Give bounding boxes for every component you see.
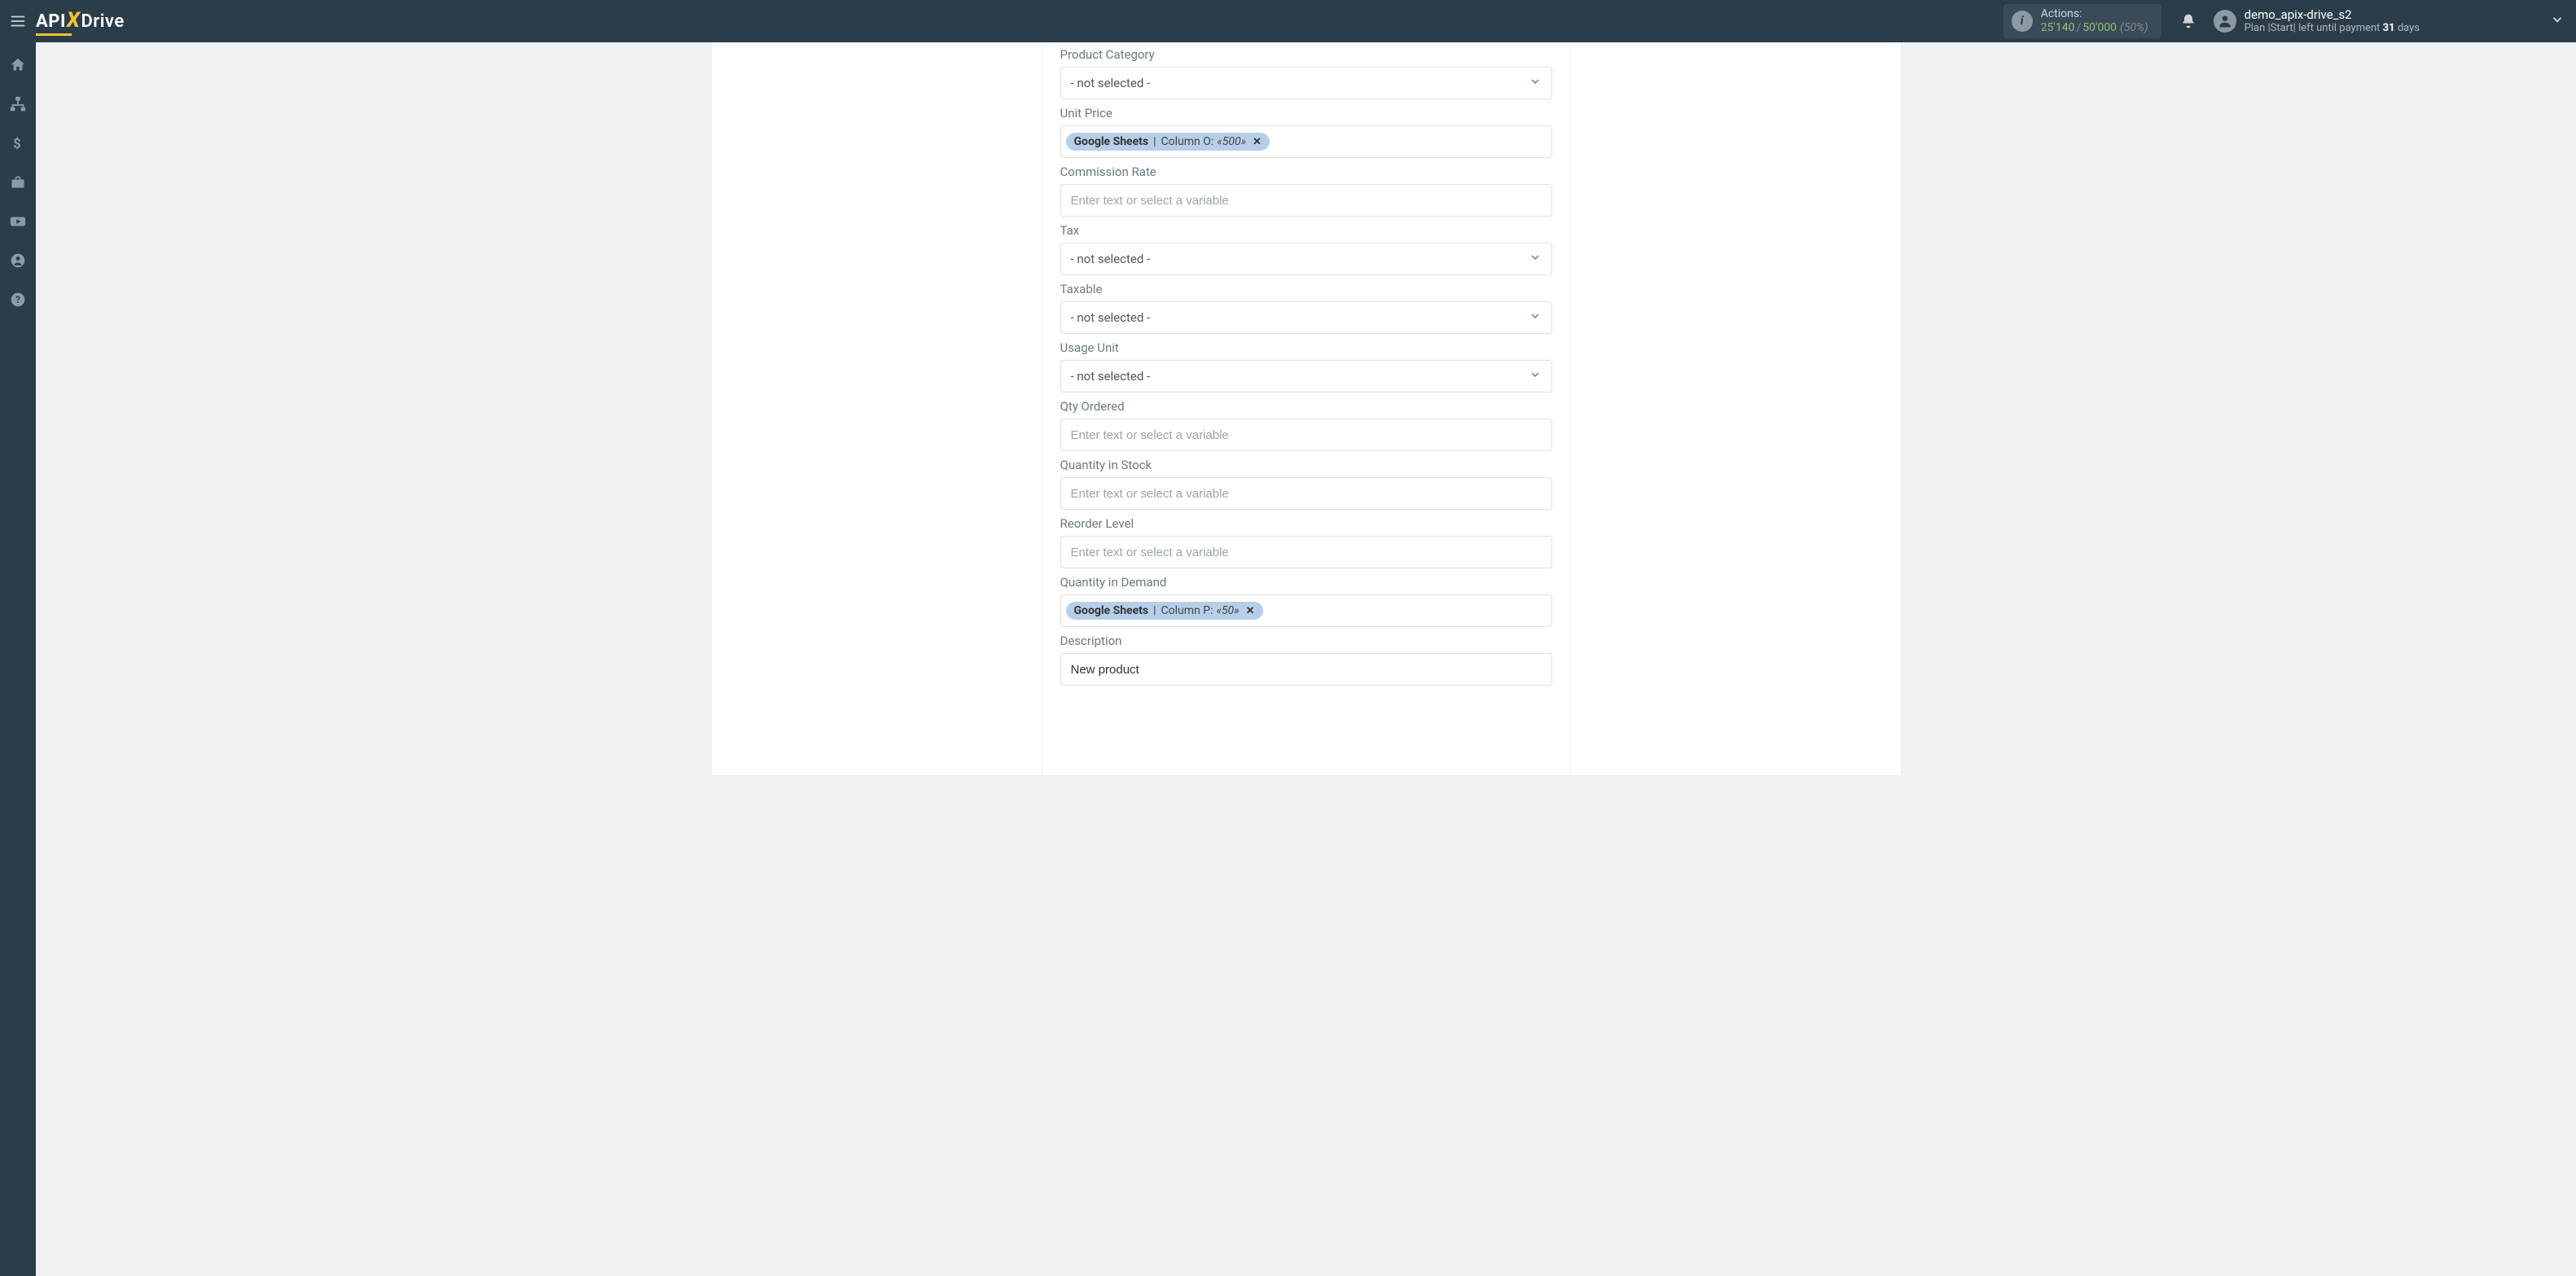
- label-quantity-in-demand: Quantity in Demand: [1060, 575, 1552, 590]
- chevron-down-icon: [1529, 251, 1542, 267]
- input-quantity-in-demand[interactable]: Google Sheets | Column P: «50» ✕: [1060, 594, 1552, 627]
- variable-token: Google Sheets | Column O: «500» ✕: [1066, 133, 1270, 151]
- variable-token: Google Sheets | Column P: «50» ✕: [1066, 602, 1263, 620]
- logo[interactable]: APIXDrive: [36, 9, 125, 33]
- field-usage-unit: Usage Unit - not selected -: [1060, 340, 1552, 392]
- token-column: Column O:: [1161, 135, 1214, 148]
- plan-line: Plan |Start| left until payment 31 days: [2245, 22, 2420, 35]
- label-product-category: Product Category: [1060, 47, 1552, 62]
- token-value: «50»: [1216, 604, 1239, 617]
- label-tax: Tax: [1060, 223, 1552, 238]
- select-text: - not selected -: [1071, 76, 1151, 90]
- sidebar-help-icon[interactable]: ?: [8, 290, 28, 309]
- sidebar: $ ?: [0, 42, 36, 1276]
- sidebar-youtube-icon[interactable]: [8, 212, 28, 231]
- input-description[interactable]: [1060, 653, 1552, 686]
- field-taxable: Taxable - not selected -: [1060, 282, 1552, 334]
- actions-pct: (50%): [2120, 21, 2148, 34]
- field-reorder-level: Reorder Level: [1060, 516, 1552, 568]
- field-description: Description: [1060, 634, 1552, 686]
- actions-total: 50'000: [2082, 21, 2117, 34]
- actions-used: 25'140: [2041, 21, 2075, 34]
- select-tax[interactable]: - not selected -: [1060, 243, 1552, 275]
- token-remove-icon[interactable]: ✕: [1246, 605, 1255, 617]
- actions-counter[interactable]: i Actions: 25'140/50'000(50%): [2003, 4, 2161, 38]
- select-text: - not selected -: [1071, 252, 1151, 266]
- input-unit-price[interactable]: Google Sheets | Column O: «500» ✕: [1060, 125, 1552, 158]
- token-pipe: |: [1153, 604, 1156, 617]
- input-qty-ordered[interactable]: [1060, 419, 1552, 451]
- logo-text-api: API: [36, 11, 66, 32]
- plan-prefix: Plan |Start| left until payment: [2245, 22, 2383, 34]
- logo-text-x: X: [67, 8, 81, 33]
- token-source: Google Sheets: [1074, 135, 1149, 148]
- input-el[interactable]: [1071, 478, 1542, 509]
- token-remove-icon[interactable]: ✕: [1253, 136, 1262, 148]
- field-commission-rate: Commission Rate: [1060, 164, 1552, 217]
- input-el[interactable]: [1071, 419, 1542, 450]
- input-el[interactable]: [1071, 185, 1542, 216]
- token-value: «500»: [1217, 135, 1246, 148]
- field-product-category: Product Category - not selected -: [1060, 47, 1552, 99]
- actions-sep: /: [2076, 21, 2081, 34]
- logo-underline: [36, 33, 72, 36]
- input-el[interactable]: [1071, 654, 1542, 685]
- chevron-down-icon: [1529, 75, 1542, 91]
- label-description: Description: [1060, 634, 1552, 648]
- label-quantity-in-stock: Quantity in Stock: [1060, 458, 1552, 472]
- field-tax: Tax - not selected -: [1060, 223, 1552, 275]
- info-icon: i: [2012, 11, 2033, 32]
- chevron-down-icon[interactable]: [2550, 12, 2565, 30]
- token-pipe: |: [1153, 135, 1156, 148]
- sidebar-dollar-icon[interactable]: $: [8, 134, 28, 153]
- actions-values: 25'140/50'000(50%): [2041, 21, 2148, 35]
- label-qty-ordered: Qty Ordered: [1060, 399, 1552, 414]
- input-quantity-in-stock[interactable]: [1060, 477, 1552, 510]
- field-quantity-in-demand: Quantity in Demand Google Sheets | Colum…: [1060, 575, 1552, 627]
- chevron-down-icon: [1529, 309, 1542, 326]
- user-text: demo_apix-drive_s2 Plan |Start| left unt…: [2245, 7, 2420, 35]
- logo-text-drive: Drive: [81, 11, 124, 32]
- input-el[interactable]: [1071, 537, 1542, 568]
- field-unit-price: Unit Price Google Sheets | Column O: «50…: [1060, 106, 1552, 158]
- plan-days-suffix: days: [2395, 22, 2420, 34]
- user-name: demo_apix-drive_s2: [2245, 7, 2420, 22]
- label-usage-unit: Usage Unit: [1060, 340, 1552, 355]
- avatar-icon: [2214, 10, 2236, 33]
- field-qty-ordered: Qty Ordered: [1060, 399, 1552, 451]
- app-header: APIXDrive i Actions: 25'140/50'000(50%) …: [0, 0, 2576, 42]
- select-taxable[interactable]: - not selected -: [1060, 301, 1552, 334]
- svg-text:?: ?: [15, 294, 20, 305]
- chevron-down-icon: [1529, 368, 1542, 384]
- bell-icon[interactable]: [2178, 13, 2199, 29]
- select-product-category[interactable]: - not selected -: [1060, 67, 1552, 99]
- select-usage-unit[interactable]: - not selected -: [1060, 360, 1552, 392]
- label-unit-price: Unit Price: [1060, 106, 1552, 121]
- token-source: Google Sheets: [1074, 604, 1149, 617]
- sidebar-home-icon[interactable]: [8, 55, 28, 75]
- label-taxable: Taxable: [1060, 282, 1552, 296]
- sidebar-briefcase-icon[interactable]: [8, 173, 28, 192]
- input-reorder-level[interactable]: [1060, 536, 1552, 568]
- form-card: Product Category - not selected - Unit P…: [1042, 42, 1571, 775]
- page-wrap: Product Category - not selected - Unit P…: [36, 42, 2576, 808]
- actions-text: Actions: 25'140/50'000(50%): [2041, 7, 2148, 35]
- svg-text:$: $: [13, 137, 21, 151]
- select-text: - not selected -: [1071, 369, 1151, 384]
- actions-label: Actions:: [2041, 7, 2148, 21]
- menu-hamburger-icon[interactable]: [8, 11, 28, 31]
- outer-card: Product Category - not selected - Unit P…: [712, 42, 1901, 775]
- sidebar-user-icon[interactable]: [8, 251, 28, 270]
- plan-days-num: 31: [2383, 22, 2395, 34]
- select-text: - not selected -: [1071, 310, 1151, 325]
- label-reorder-level: Reorder Level: [1060, 516, 1552, 531]
- user-menu[interactable]: demo_apix-drive_s2 Plan |Start| left unt…: [2214, 7, 2420, 35]
- field-quantity-in-stock: Quantity in Stock: [1060, 458, 1552, 510]
- sidebar-sitemap-icon[interactable]: [8, 94, 28, 114]
- label-commission-rate: Commission Rate: [1060, 164, 1552, 179]
- input-commission-rate[interactable]: [1060, 184, 1552, 217]
- token-column: Column P:: [1161, 604, 1213, 617]
